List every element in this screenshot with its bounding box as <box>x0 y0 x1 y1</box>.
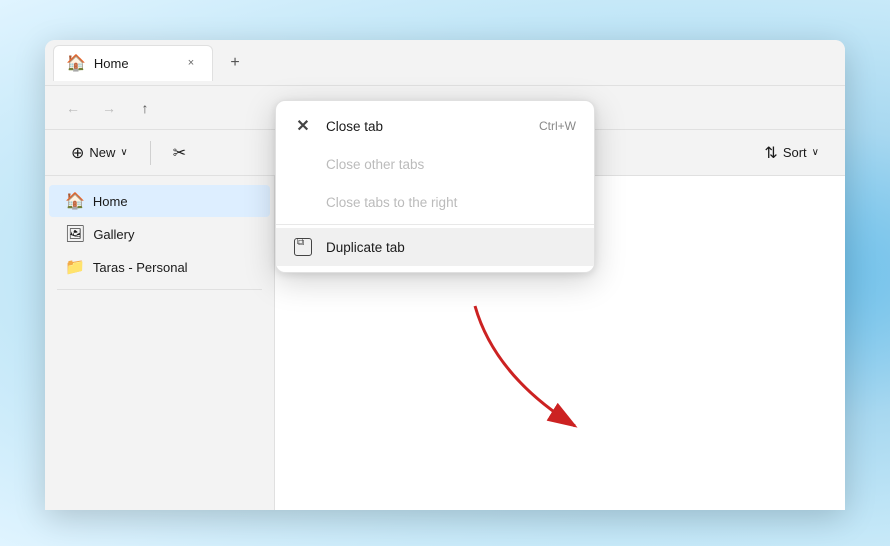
sidebar-divider <box>57 289 262 290</box>
close-tab-label: Close tab <box>326 119 525 134</box>
up-button[interactable]: ↑ <box>129 92 161 124</box>
sort-button[interactable]: ⇅ Sort ∨ <box>754 138 829 168</box>
active-tab[interactable]: 🏠 Home × <box>53 45 213 81</box>
sidebar-item-personal[interactable]: 📁 Taras - Personal <box>49 251 270 283</box>
close-tab-icon: ✕ <box>294 117 312 135</box>
personal-sidebar-icon: 📁 <box>65 257 85 277</box>
sort-chevron-icon: ∨ <box>812 147 819 158</box>
new-chevron-icon: ∨ <box>120 147 127 158</box>
back-button[interactable]: ← <box>57 92 89 124</box>
forward-button[interactable]: → <box>93 92 125 124</box>
tab-close-button[interactable]: × <box>182 54 200 72</box>
tab-add-button[interactable]: + <box>221 49 249 77</box>
new-label: New <box>89 145 115 160</box>
sidebar-gallery-label: Gallery <box>93 227 134 242</box>
sidebar-item-home[interactable]: 🏠 Home <box>49 185 270 217</box>
sidebar: 🏠 Home 🖼 Gallery 📁 Taras - Personal <box>45 176 275 510</box>
close-tab-shortcut: Ctrl+W <box>539 119 576 133</box>
duplicate-tab-label: Duplicate tab <box>326 240 576 255</box>
cut-icon: ✂ <box>173 143 186 163</box>
red-arrow-annotation <box>455 296 615 461</box>
duplicate-tab-menu-item[interactable]: ⧉ Duplicate tab <box>276 228 594 266</box>
title-bar: 🏠 Home × + <box>45 40 845 86</box>
context-menu-divider <box>276 224 594 225</box>
toolbar-separator-1 <box>150 141 151 165</box>
sidebar-item-gallery[interactable]: 🖼 Gallery <box>49 218 270 250</box>
close-tab-menu-item[interactable]: ✕ Close tab Ctrl+W <box>276 107 594 145</box>
close-right-icon <box>294 193 312 211</box>
duplicate-tab-icon: ⧉ <box>294 238 312 256</box>
tab-home-icon: 🏠 <box>66 53 86 73</box>
sort-icon: ⇅ <box>764 143 777 163</box>
close-other-label: Close other tabs <box>326 157 576 172</box>
gallery-sidebar-icon: 🖼 <box>65 224 85 244</box>
toolbar-right: ⇅ Sort ∨ <box>754 138 829 168</box>
new-button[interactable]: ⊕ New ∨ <box>61 138 138 168</box>
sidebar-personal-label: Taras - Personal <box>93 260 188 275</box>
tab-title: Home <box>94 56 129 71</box>
home-sidebar-icon: 🏠 <box>65 191 85 211</box>
close-tabs-right-menu-item: Close tabs to the right <box>276 183 594 221</box>
context-menu: ✕ Close tab Ctrl+W Close other tabs Clos… <box>275 100 595 273</box>
sidebar-home-label: Home <box>93 194 128 209</box>
cut-button[interactable]: ✂ <box>163 138 196 168</box>
close-other-tabs-menu-item: Close other tabs <box>276 145 594 183</box>
close-right-label: Close tabs to the right <box>326 195 576 210</box>
close-other-icon <box>294 155 312 173</box>
new-plus-icon: ⊕ <box>71 143 84 163</box>
sort-label: Sort <box>783 145 807 160</box>
